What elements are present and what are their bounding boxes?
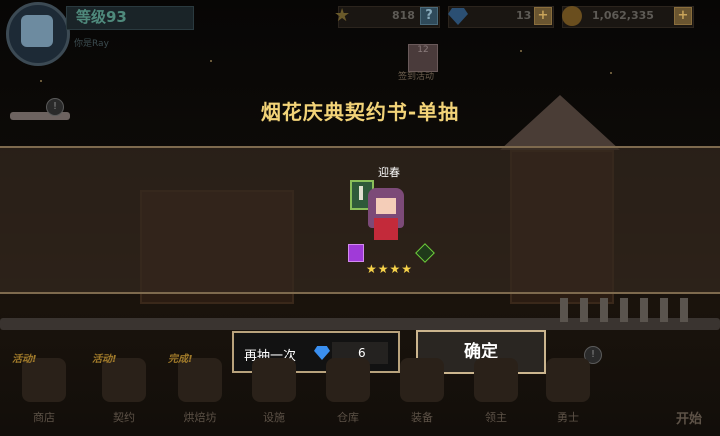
lord-icon — [474, 358, 518, 402]
sky-star — [40, 80, 42, 82]
star-icon: ★ — [334, 5, 351, 26]
fence-post — [660, 298, 668, 322]
nav-warrior[interactable]: 勇士 — [538, 352, 598, 436]
fence-post — [680, 298, 688, 322]
nav-label: 烘焙坊 — [183, 411, 217, 424]
event-label: 签到活动 — [398, 72, 435, 82]
ground — [0, 318, 720, 330]
weapon-scroll-icon — [348, 244, 364, 262]
nav-lord[interactable]: 领主 — [466, 352, 526, 436]
nav-label: 领主 — [485, 411, 507, 424]
rarity-stars: ★★★★ — [366, 262, 414, 276]
nav-equipment[interactable]: 装备 — [392, 352, 452, 436]
start-label: 开始 — [676, 412, 703, 427]
avatar-face — [21, 15, 53, 47]
nav-facilities[interactable]: 设施 — [244, 352, 304, 436]
nav-label: 勇士 — [557, 411, 579, 424]
nav-label: 设施 — [263, 411, 285, 424]
nav-contract[interactable]: 活动! 契约 — [92, 352, 154, 436]
equipment-icon — [400, 358, 444, 402]
stars-count: 818 — [392, 9, 415, 22]
nav-label: 仓库 — [337, 411, 359, 424]
help-icon[interactable]: ? — [420, 7, 438, 25]
fence-post — [560, 298, 568, 322]
sky-star — [520, 50, 522, 52]
nav-warehouse[interactable]: 仓库 — [318, 352, 378, 436]
nav-label: 装备 — [411, 411, 433, 424]
character-sprite[interactable] — [364, 188, 410, 246]
nav-tag: 活动! — [92, 354, 117, 365]
sky-star — [610, 72, 612, 74]
player-level: 等级93 — [76, 8, 127, 26]
calendar-icon[interactable]: 12 — [408, 44, 438, 72]
character-dress — [374, 218, 398, 240]
character-name: 迎春 — [378, 166, 400, 179]
add-gems-button[interactable]: + — [534, 7, 552, 25]
nav-tag: 活动! — [12, 354, 37, 365]
gold-coin-icon — [562, 6, 582, 26]
facilities-icon — [252, 358, 296, 402]
nav-tag: 完成! — [168, 354, 193, 365]
gems-count: 13 — [516, 9, 532, 22]
result-band — [0, 146, 720, 294]
game-scene: 等级93 你是Ray ★ 818 ? 13 + 1,062,335 + 12 签… — [0, 0, 720, 436]
player-name: 你是Ray — [74, 39, 109, 49]
warehouse-icon — [326, 358, 370, 402]
gold-count: 1,062,335 — [592, 9, 654, 22]
fence-post — [580, 298, 588, 322]
start-button[interactable]: 开始 — [664, 348, 720, 436]
fence-post — [600, 298, 608, 322]
fence-post — [640, 298, 648, 322]
nav-shop[interactable]: 活动! 商店 — [12, 352, 74, 436]
nav-label: 契约 — [113, 411, 135, 424]
nav-bakery[interactable]: 完成! 烘焙坊 — [168, 352, 230, 436]
event-day: 12 — [417, 45, 429, 55]
add-gold-button[interactable]: + — [674, 7, 692, 25]
dialog-title: 烟花庆典契约书-单抽 — [260, 100, 460, 124]
helmet-icon — [546, 358, 590, 402]
nav-label: 商店 — [33, 411, 55, 424]
character-face — [376, 198, 396, 214]
sky-star — [210, 60, 212, 62]
fence-post — [620, 298, 628, 322]
player-avatar[interactable] — [6, 2, 70, 66]
